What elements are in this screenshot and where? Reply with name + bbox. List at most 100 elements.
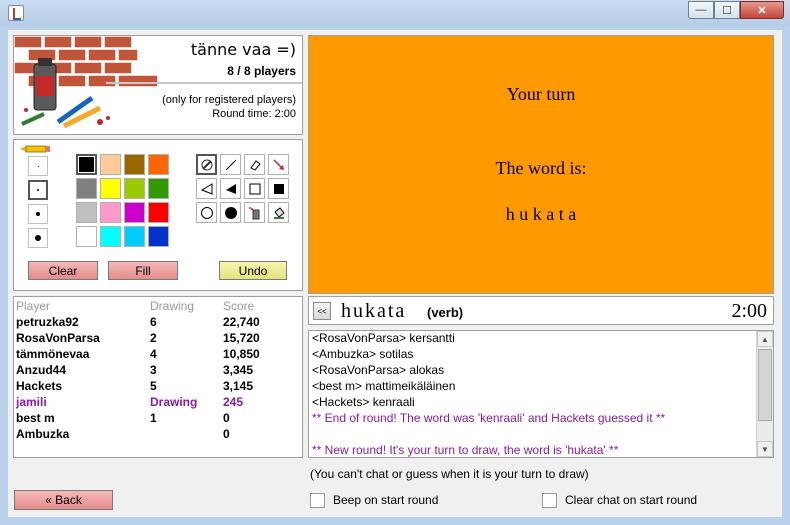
java-app-icon: [8, 5, 24, 21]
player-name: petruzka92: [16, 315, 79, 329]
chat-disabled-note: (You can't chat or guess when it is your…: [310, 467, 589, 481]
arrow-icon[interactable]: [268, 154, 289, 175]
color-swatch[interactable]: [100, 154, 121, 175]
canvas-word: h u k a t a: [505, 204, 577, 224]
player-drawing: 1: [150, 411, 157, 425]
color-swatch[interactable]: [76, 226, 97, 247]
beep-label: Beep on start round: [333, 493, 439, 507]
word-type: (verb): [427, 305, 464, 320]
word-bar: << hukata (verb) 2:00: [308, 296, 774, 325]
color-swatch[interactable]: [148, 226, 169, 247]
app-content: tänne vaa =) 8 / 8 players (only for reg…: [8, 30, 782, 517]
column-drawing: Drawing: [150, 299, 195, 313]
rectangle-outline-icon[interactable]: [244, 178, 265, 199]
score-row: Hackets 5 3,145: [16, 379, 300, 395]
rectangle-filled-icon[interactable]: [268, 178, 289, 199]
fill-bucket-icon[interactable]: [268, 202, 289, 223]
player-name: best m: [16, 411, 55, 425]
room-restriction-note: (only for registered players): [162, 94, 296, 106]
score-row: jamili Drawing 245: [16, 395, 300, 411]
room-divider: [106, 82, 302, 84]
score-row: tämmönevaa 4 10,850: [16, 347, 300, 363]
spray-icon[interactable]: [244, 202, 265, 223]
player-name: jamili: [16, 395, 47, 409]
color-swatch[interactable]: [76, 154, 97, 175]
color-swatch[interactable]: [148, 202, 169, 223]
collapse-button[interactable]: <<: [313, 302, 331, 320]
player-name: Anzud44: [16, 363, 67, 377]
player-name: Hackets: [16, 379, 63, 393]
color-swatch[interactable]: [124, 178, 145, 199]
score-row: best m 1 0: [16, 411, 300, 427]
chat-message: ** New round! It's your turn to draw, th…: [312, 443, 619, 457]
player-drawing: 5: [150, 379, 157, 393]
current-word: hukata: [341, 300, 407, 322]
brush-size-3[interactable]: [28, 204, 48, 224]
player-score: 0: [223, 427, 230, 441]
column-score: Score: [223, 299, 255, 313]
brush-size-1[interactable]: [28, 156, 48, 176]
color-swatch[interactable]: [124, 202, 145, 223]
score-row: RosaVonParsa 2 15,720: [16, 331, 300, 347]
scoreboard-panel: Player Drawing Score petruzka92 6 22,740 Ro…: [13, 296, 303, 458]
color-swatch[interactable]: [76, 202, 97, 223]
room-name: tänne vaa =): [190, 40, 296, 59]
drawing-canvas[interactable]: Your turn The word is: h u k a t a: [308, 35, 774, 294]
chat-message: <Ambuzka> sotilas: [312, 347, 414, 361]
color-swatch[interactable]: [76, 178, 97, 199]
circle-outline-icon[interactable]: [196, 202, 217, 223]
clear-chat-checkbox[interactable]: [542, 492, 557, 508]
player-drawing: 4: [150, 347, 157, 361]
eraser-icon[interactable]: [244, 154, 265, 175]
room-logo-art: [14, 36, 164, 134]
color-swatch[interactable]: [148, 178, 169, 199]
circle-filled-icon[interactable]: [220, 202, 241, 223]
undo-button[interactable]: Undo: [219, 261, 287, 280]
word-is-text: The word is:: [495, 158, 587, 178]
score-row: Ambuzka 0: [16, 427, 300, 443]
player-score: 15,720: [223, 331, 260, 345]
maximize-button[interactable]: ☐: [714, 1, 740, 19]
chat-scrollbar[interactable]: ▲ ▼: [756, 331, 773, 457]
chat-log[interactable]: <RosaVonParsa> kersantti <Ambuzka> sotila…: [308, 330, 774, 458]
pencil-icon[interactable]: [196, 154, 217, 175]
player-score: 0: [223, 411, 230, 425]
scroll-down-icon[interactable]: ▼: [757, 441, 773, 457]
minimize-button[interactable]: —: [688, 1, 714, 19]
color-swatch[interactable]: [100, 202, 121, 223]
scroll-thumb[interactable]: [758, 349, 772, 421]
color-swatch[interactable]: [124, 226, 145, 247]
color-swatch[interactable]: [148, 154, 169, 175]
player-score: 3,145: [223, 379, 254, 393]
beep-checkbox[interactable]: [310, 492, 325, 508]
round-timer: 2:00: [731, 300, 767, 322]
chat-message: <RosaVonParsa> kersantti: [312, 331, 455, 345]
triangle-filled-icon[interactable]: [220, 178, 241, 199]
color-swatch[interactable]: [100, 178, 121, 199]
beep-option[interactable]: Beep on start round: [310, 492, 438, 508]
line-icon[interactable]: [220, 154, 241, 175]
scroll-up-icon[interactable]: ▲: [757, 331, 773, 347]
player-drawing: 3: [150, 363, 157, 377]
color-swatch[interactable]: [124, 154, 145, 175]
player-drawing: 2: [150, 331, 157, 345]
player-name: RosaVonParsa: [16, 331, 100, 345]
player-drawing: 6: [150, 315, 157, 329]
player-count: 8 / 8 players: [227, 64, 296, 78]
chat-message: <Hackets> kenraali: [312, 395, 415, 409]
your-turn-text: Your turn: [506, 84, 576, 104]
close-button[interactable]: ✕: [740, 1, 784, 19]
fill-button[interactable]: Fill: [108, 261, 178, 280]
round-time: Round time: 2:00: [212, 108, 296, 120]
triangle-outline-icon[interactable]: [196, 178, 217, 199]
back-button[interactable]: « Back: [14, 490, 113, 510]
clear-chat-option[interactable]: Clear chat on start round: [542, 492, 697, 508]
player-score: 10,850: [223, 347, 260, 361]
column-player: Player: [16, 299, 51, 313]
clear-button[interactable]: Clear: [28, 261, 98, 280]
brush-size-2[interactable]: [28, 180, 48, 200]
room-info-panel: tänne vaa =) 8 / 8 players (only for reg…: [13, 35, 303, 135]
player-name: Ambuzka: [16, 427, 70, 441]
brush-size-4[interactable]: [28, 228, 48, 248]
color-swatch[interactable]: [100, 226, 121, 247]
